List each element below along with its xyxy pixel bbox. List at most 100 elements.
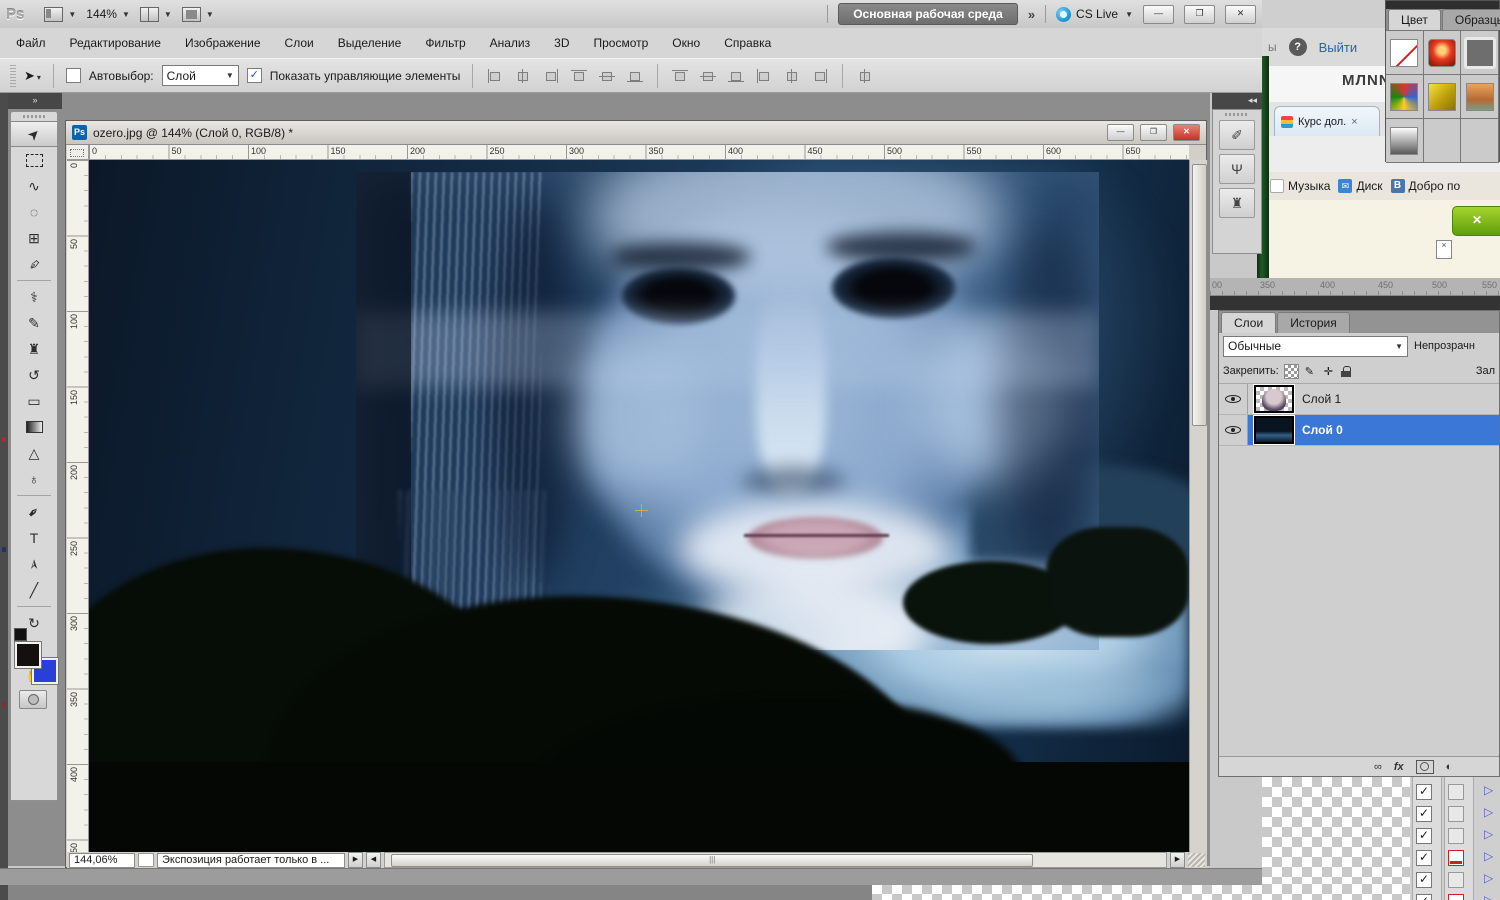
mini-window-controls[interactable]: × — [1436, 240, 1452, 259]
style-swatch-cell[interactable] — [1461, 75, 1499, 119]
browser-tab[interactable]: Курс дол. × — [1274, 106, 1380, 136]
layer-name[interactable]: Слой 1 — [1302, 392, 1341, 406]
lock-transparency-icon[interactable] — [1283, 363, 1299, 379]
align-bottom-edges-icon[interactable] — [626, 68, 644, 84]
expand-triangle-icon[interactable]: ▷ — [1484, 783, 1493, 797]
style-swatch-cell[interactable] — [1461, 119, 1499, 163]
logout-link[interactable]: Выйти — [1319, 40, 1358, 55]
pen-tool[interactable]: ✒ — [11, 499, 57, 525]
visibility-cell[interactable] — [1219, 415, 1248, 445]
window-resize-grip[interactable] — [1188, 853, 1205, 867]
checked-checkbox[interactable]: ✓ — [1416, 806, 1432, 822]
blur-tool[interactable]: △ — [11, 440, 57, 466]
doc-close-button[interactable]: ✕ — [1173, 124, 1200, 141]
style-swatch-cell[interactable] — [1461, 31, 1499, 75]
tab-close-icon[interactable]: × — [1351, 116, 1357, 128]
align-left-edges-icon[interactable] — [486, 68, 504, 84]
visibility-cell[interactable] — [1219, 384, 1248, 414]
align-top-edges-icon[interactable] — [570, 68, 588, 84]
layer-thumbnail[interactable] — [1253, 415, 1295, 445]
style-swatch-cell[interactable] — [1386, 31, 1424, 75]
expand-triangle-icon[interactable]: ▷ — [1484, 893, 1493, 900]
status-box[interactable] — [1448, 784, 1464, 800]
distribute-vertical-centers-icon[interactable] — [699, 68, 717, 84]
distribute-top-edges-icon[interactable] — [671, 68, 689, 84]
zoom-field[interactable]: 144,06% — [69, 852, 135, 868]
toolbar-collapse-bar[interactable]: » — [8, 92, 62, 109]
eyedropper-tool[interactable]: ✑ — [11, 251, 57, 277]
clone-source-icon[interactable]: ♜ — [1219, 188, 1255, 218]
scroll-right-arrow[interactable]: ▶ — [1170, 852, 1185, 868]
distribute-bottom-edges-icon[interactable] — [727, 68, 745, 84]
vertical-scrollbar-thumb[interactable] — [1192, 164, 1207, 426]
show-controls-checkbox[interactable]: ✓ — [246, 68, 262, 83]
menu-item-9[interactable]: Окно — [672, 36, 700, 50]
red-status-icon[interactable] — [1448, 850, 1464, 866]
launch-bridge-button[interactable]: ▼ — [44, 6, 76, 22]
menu-item-2[interactable]: Изображение — [185, 36, 261, 50]
menu-item-10[interactable]: Справка — [724, 36, 771, 50]
quick-selection-tool[interactable]: ◌ — [11, 199, 57, 225]
lasso-tool[interactable]: ∿ — [11, 173, 57, 199]
menu-item-7[interactable]: 3D — [554, 36, 569, 50]
checked-checkbox[interactable]: ✓ — [1416, 872, 1432, 888]
close-button[interactable]: ✕ — [1225, 4, 1256, 24]
spot-healing-brush-tool[interactable]: ⚕ — [11, 284, 57, 310]
horizontal-scrollbar-thumb[interactable]: ||| — [391, 854, 1034, 867]
move-tool[interactable]: ➤ — [11, 121, 57, 147]
rectangular-marquee-tool[interactable] — [11, 147, 57, 173]
style-swatch-cell[interactable] — [1423, 75, 1462, 119]
quick-mask-button[interactable] — [19, 690, 47, 709]
dock-collapse-bar[interactable]: ◂◂ — [1212, 92, 1262, 109]
tab-history[interactable]: История — [1277, 312, 1350, 333]
layer-row-0[interactable]: Слой 0 — [1219, 415, 1499, 446]
lock-all-icon[interactable] — [1340, 365, 1353, 378]
clone-stamp-tool[interactable]: ♜ — [11, 336, 57, 362]
panel-header[interactable] — [1386, 1, 1499, 9]
distribute-left-edges-icon[interactable] — [755, 68, 773, 84]
bookmark-vk[interactable]: В Добро по — [1390, 179, 1460, 193]
menu-item-5[interactable]: Фильтр — [425, 36, 465, 50]
status-box[interactable] — [1448, 872, 1464, 888]
autoselect-checkbox[interactable] — [65, 68, 81, 83]
distribute-right-edges-icon[interactable] — [811, 68, 829, 84]
document-titlebar[interactable]: Ps ozero.jpg @ 144% (Слой 0, RGB/8) * — … — [66, 121, 1206, 145]
status-box[interactable] — [1448, 806, 1464, 822]
lock-position-icon[interactable] — [1322, 365, 1335, 378]
menu-item-4[interactable]: Выделение — [338, 36, 402, 50]
expand-triangle-icon[interactable]: ▷ — [1484, 805, 1493, 819]
layer-row-1[interactable]: Слой 1 — [1219, 384, 1499, 415]
default-swatches-icon[interactable] — [14, 628, 27, 641]
expand-triangle-icon[interactable]: ▷ — [1484, 827, 1493, 841]
align-horizontal-centers-icon[interactable] — [514, 68, 532, 84]
green-close-button[interactable]: ✕ — [1452, 206, 1500, 236]
menu-item-8[interactable]: Просмотр — [593, 36, 648, 50]
bookmark-mail[interactable]: ✉ Диск — [1338, 179, 1383, 193]
tab-swatches[interactable]: Образцы — [1441, 9, 1500, 30]
layer-thumbnail[interactable] — [1253, 384, 1295, 414]
dodge-tool[interactable]: ♁ — [11, 466, 57, 492]
doc-restore-button[interactable]: ❐ — [1140, 124, 1167, 141]
horizontal-scrollbar[interactable]: ||| — [384, 852, 1167, 868]
layer-name[interactable]: Слой 0 — [1302, 423, 1343, 437]
style-swatch-cell[interactable] — [1423, 119, 1462, 163]
style-swatch-cell[interactable] — [1423, 31, 1462, 75]
distribute-horizontal-centers-icon[interactable] — [783, 68, 801, 84]
type-tool[interactable]: T — [11, 525, 57, 551]
style-swatch-cell[interactable] — [1386, 119, 1424, 163]
crop-tool[interactable]: ⊞ — [11, 225, 57, 251]
add-mask-icon[interactable] — [1415, 759, 1434, 774]
workspace-button[interactable]: Основная рабочая среда — [838, 3, 1018, 25]
align-vertical-centers-icon[interactable] — [598, 68, 616, 84]
lock-pixels-icon[interactable] — [1304, 365, 1317, 378]
checked-checkbox[interactable]: ✓ — [1416, 894, 1432, 900]
cs-live-button[interactable]: CS Live ▼ — [1056, 6, 1133, 22]
gradient-tool[interactable] — [11, 414, 57, 440]
menu-item-3[interactable]: Слои — [285, 36, 314, 50]
status-box[interactable] — [1448, 828, 1464, 844]
scroll-left-arrow[interactable]: ◀ — [366, 852, 381, 868]
doc-minimize-button[interactable]: — — [1107, 124, 1134, 141]
vertical-scrollbar[interactable] — [1189, 160, 1207, 852]
path-selection-tool[interactable]: ➢ — [11, 551, 57, 577]
history-brush-tool[interactable]: ↺ — [11, 362, 57, 388]
